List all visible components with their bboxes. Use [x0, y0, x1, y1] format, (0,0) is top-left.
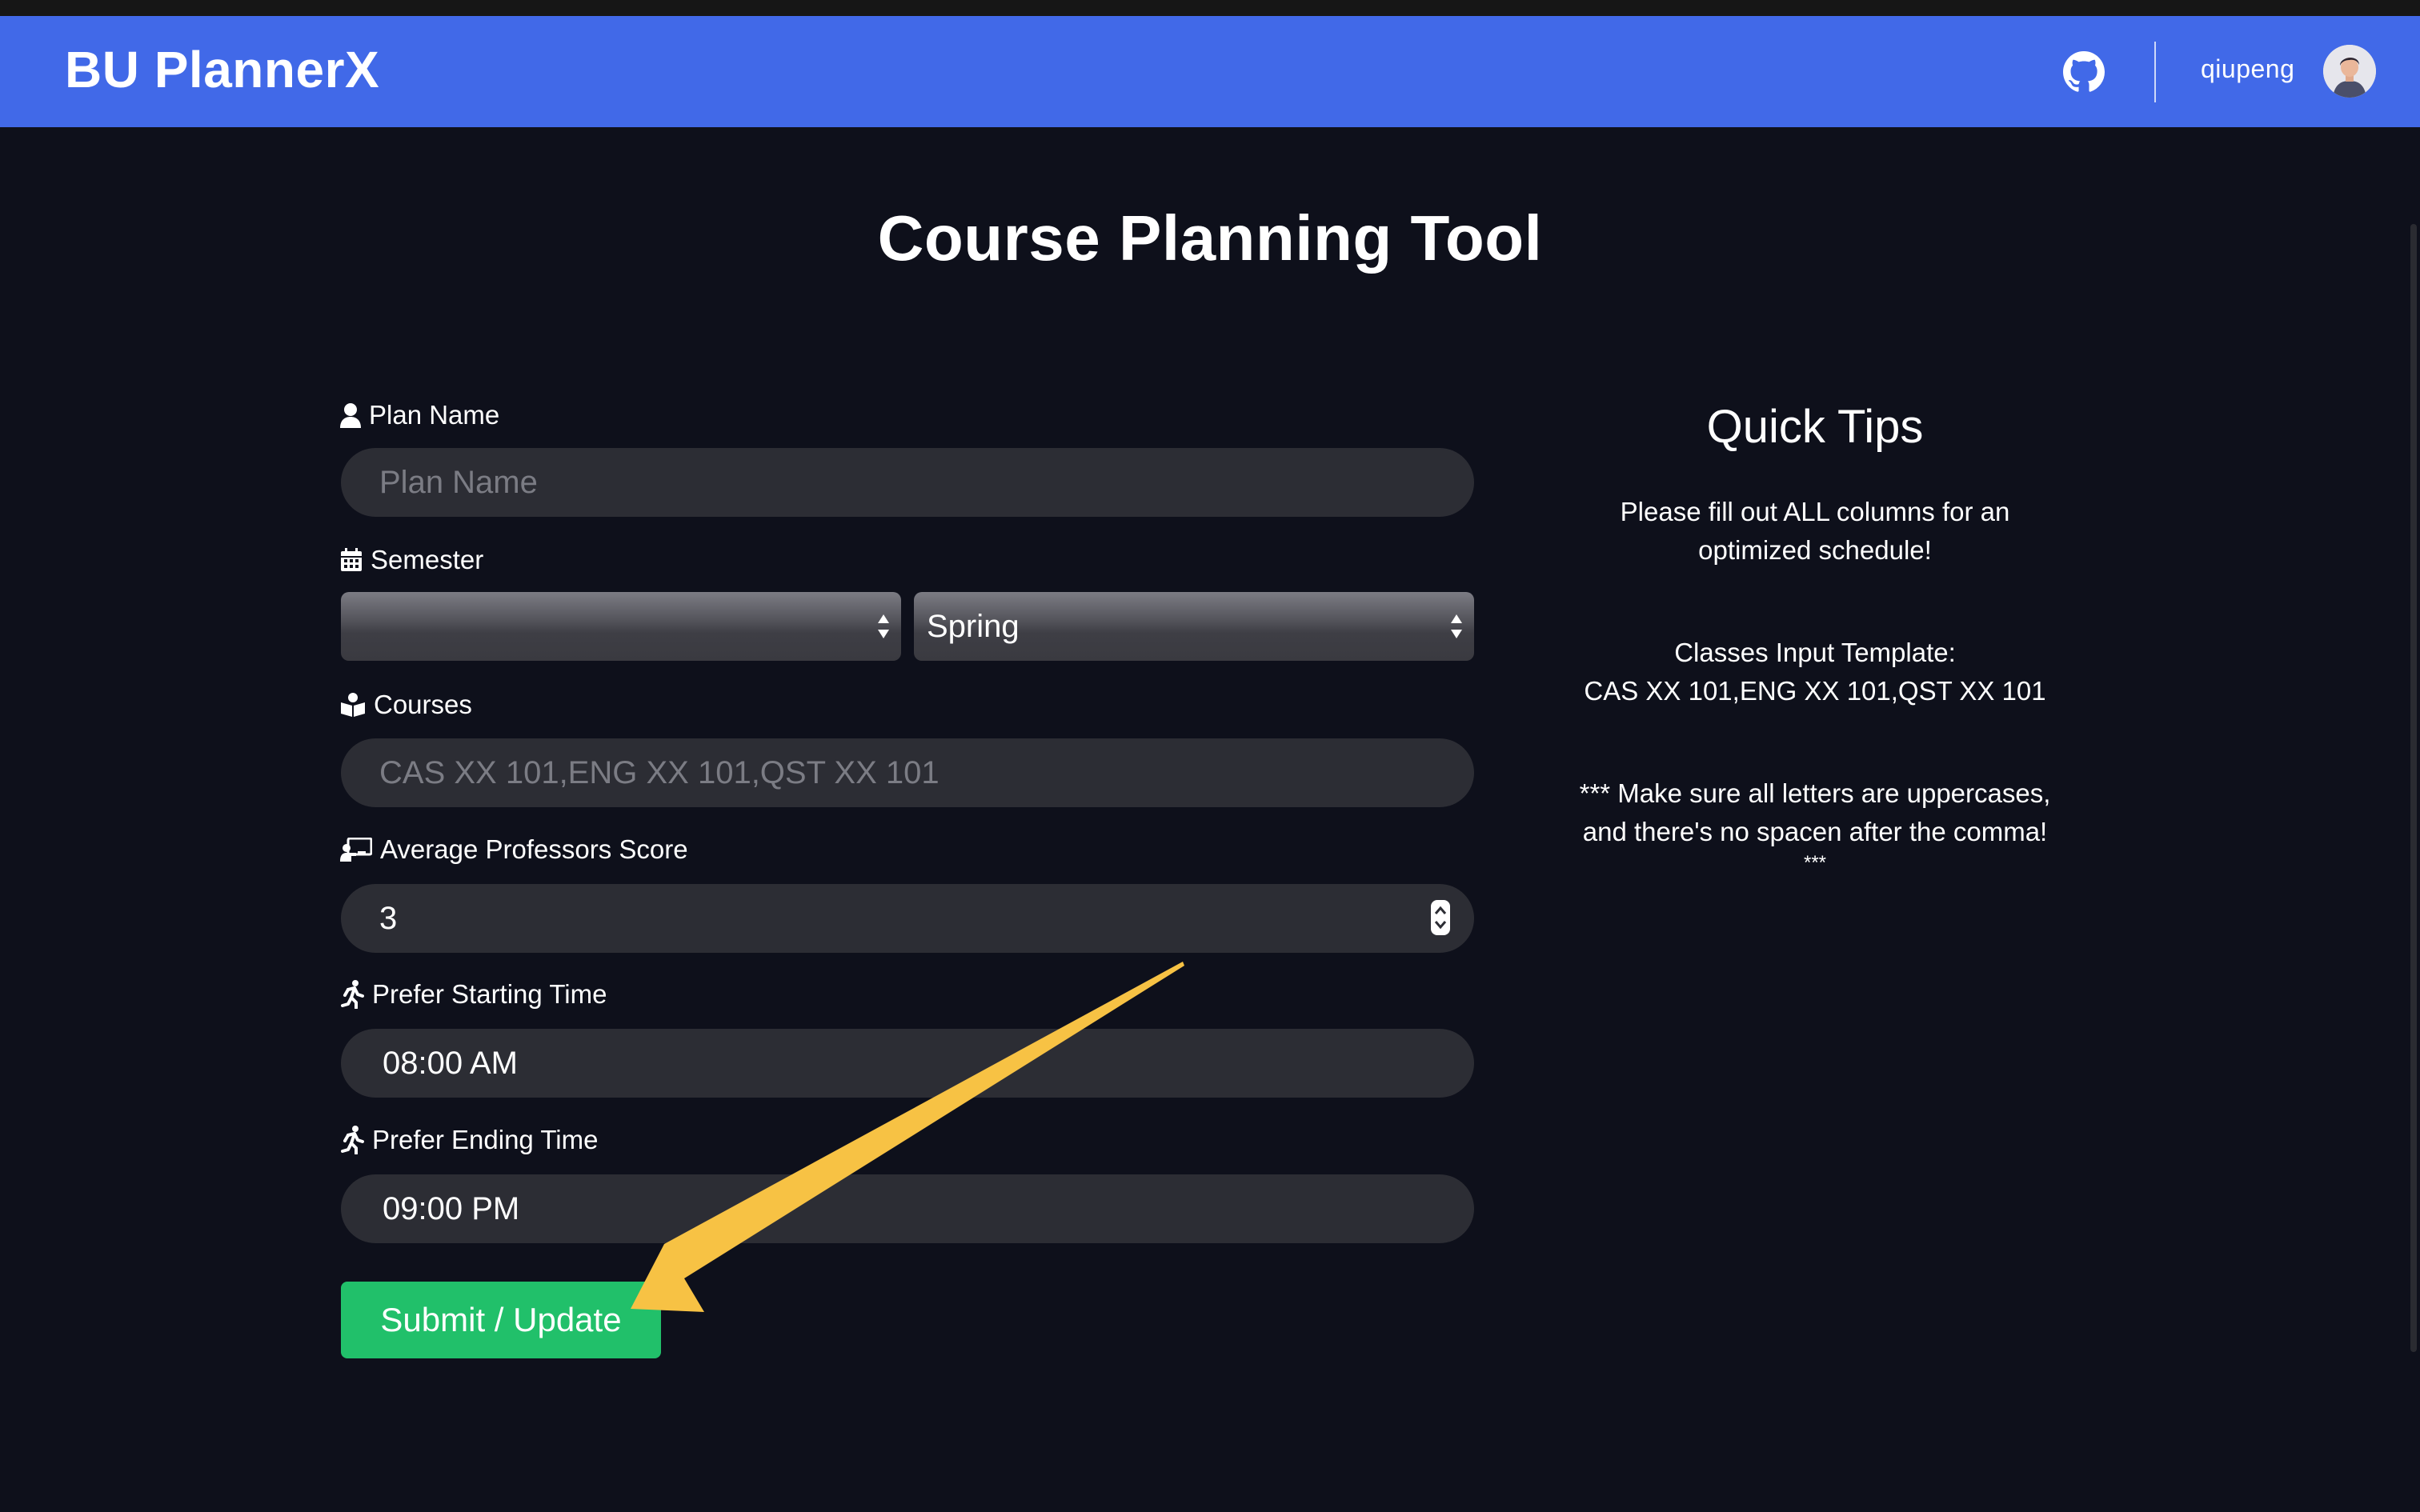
avg-prof-score-input[interactable]: 3: [341, 884, 1474, 953]
courses-label-text: Courses: [374, 690, 472, 719]
end-time-label: Prefer Ending Time: [340, 1125, 598, 1155]
page-title: Course Planning Tool: [877, 202, 1543, 274]
submit-update-button[interactable]: Submit / Update: [341, 1282, 661, 1358]
tip-uppercase-line3: ***: [1803, 852, 1827, 874]
number-stepper-icon[interactable]: [1429, 898, 1452, 937]
window-top-strip: [0, 0, 2420, 16]
chalkboard-teacher-icon: [340, 838, 372, 862]
select-arrows-icon: [878, 614, 889, 638]
tip-uppercase-line1: *** Make sure all letters are uppercases…: [1579, 778, 2051, 808]
start-time-input[interactable]: 08:00 AM: [341, 1029, 1474, 1098]
plan-name-label: Plan Name: [340, 400, 499, 430]
nav-divider: [2154, 42, 2156, 102]
tip-template-line1: Classes Input Template:: [1674, 638, 1956, 667]
courses-label: Courses: [340, 690, 472, 720]
running-icon: [341, 1126, 364, 1154]
plan-name-label-text: Plan Name: [369, 400, 500, 430]
courses-input[interactable]: CAS XX 101,ENG XX 101,QST XX 101: [341, 738, 1474, 807]
github-icon[interactable]: [2063, 51, 2105, 93]
plan-name-input[interactable]: Plan Name: [341, 448, 1474, 517]
select-arrows-icon: [1451, 614, 1462, 638]
semester-term-value: Spring: [927, 608, 1020, 644]
semester-year-select[interactable]: [341, 592, 901, 661]
navbar: BU PlannerX qiupeng: [0, 16, 2420, 127]
user-icon: [340, 403, 361, 428]
page-scrollbar[interactable]: [2410, 224, 2417, 1352]
avatar-illustration: [2323, 45, 2376, 98]
quick-tips-title: Quick Tips: [1706, 401, 1924, 453]
book-reader-icon: [341, 693, 365, 717]
start-time-label: Prefer Starting Time: [340, 979, 607, 1010]
tip-fill-all: Please fill out ALL columns for an optim…: [1495, 493, 2135, 570]
courses-placeholder: CAS XX 101,ENG XX 101,QST XX 101: [379, 754, 940, 790]
tip-fill-all-line1: Please fill out ALL columns for an: [1620, 497, 2010, 526]
tip-uppercase: *** Make sure all letters are uppercases…: [1495, 774, 2135, 875]
start-time-label-text: Prefer Starting Time: [372, 979, 607, 1009]
semester-term-select[interactable]: Spring: [914, 592, 1474, 661]
avatar[interactable]: [2323, 45, 2376, 98]
running-icon: [341, 980, 364, 1009]
calendar-icon: [341, 548, 362, 571]
tip-template-line2: CAS XX 101,ENG XX 101,QST XX 101: [1584, 676, 2046, 706]
tip-template: Classes Input Template: CAS XX 101,ENG X…: [1495, 634, 2135, 710]
arrow-annotation-shape: [631, 962, 1184, 1312]
semester-label: Semester: [340, 545, 483, 575]
username[interactable]: qiupeng: [2201, 54, 2294, 84]
plan-name-placeholder: Plan Name: [379, 464, 538, 500]
tip-fill-all-line2: optimized schedule!: [1698, 535, 1932, 565]
avg-prof-score-label: Average Professors Score: [340, 834, 688, 865]
avg-prof-score-value: 3: [379, 900, 398, 936]
end-time-value: 09:00 PM: [383, 1190, 520, 1226]
avg-prof-score-label-text: Average Professors Score: [380, 834, 688, 864]
brand-logo[interactable]: BU PlannerX: [65, 40, 379, 99]
start-time-value: 08:00 AM: [383, 1045, 519, 1081]
tip-uppercase-line2: and there's no spacen after the comma!: [1582, 817, 2048, 846]
end-time-label-text: Prefer Ending Time: [372, 1125, 599, 1154]
end-time-input[interactable]: 09:00 PM: [341, 1174, 1474, 1243]
semester-label-text: Semester: [371, 545, 484, 574]
